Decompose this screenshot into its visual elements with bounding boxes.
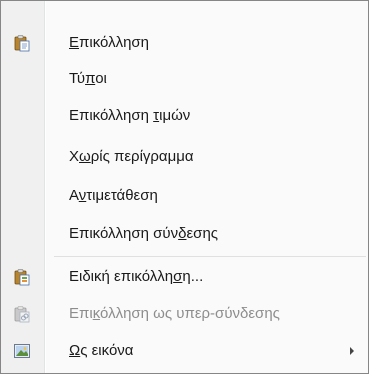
menu-item-paste[interactable]: Επικόλληση [1,25,368,61]
menu-item-label: Χωρίς περίγραμμα [69,148,194,165]
menu-item-label: Επικόλληση ως υπερ-σύνδεσης [69,305,280,322]
menu-item-transpose[interactable]: Αντιμετάθεση [1,178,368,214]
menu-item-paste-special[interactable]: Ειδική επικόλληση... [1,259,368,295]
menu-item-paste-values[interactable]: Επικόλληση τιμών [1,98,368,134]
submenu-arrow-icon [350,347,354,355]
menu-item-label: Ειδική επικόλληση... [69,268,204,285]
paste-hyperlink-icon [14,306,30,323]
paste-special-icon [14,269,30,286]
paste-icon [14,35,30,52]
menu-item-as-picture[interactable]: Ως εικόνα [1,333,368,369]
menu-item-formats[interactable]: Τύποι [1,61,368,97]
menu-item-label: Τύποι [69,70,107,87]
picture-icon [14,344,30,358]
menu-item-label: Επικόλληση [69,34,150,51]
menu-item-label: Επικόλληση σύνδεσης [69,225,219,242]
menu-separator [54,256,366,257]
paste-options-menu: Επικόλληση Τύποι Επικόλληση τιμών Χωρίς … [0,0,369,374]
menu-item-label: Ως εικόνα [69,342,134,359]
menu-item-paste-as-hyperlink: Επικόλληση ως υπερ-σύνδεσης [1,296,368,332]
menu-item-no-borders[interactable]: Χωρίς περίγραμμα [1,139,368,175]
menu-item-label: Επικόλληση τιμών [69,107,191,124]
menu-item-label: Αντιμετάθεση [69,187,158,204]
menu-item-paste-link[interactable]: Επικόλληση σύνδεσης [1,216,368,252]
